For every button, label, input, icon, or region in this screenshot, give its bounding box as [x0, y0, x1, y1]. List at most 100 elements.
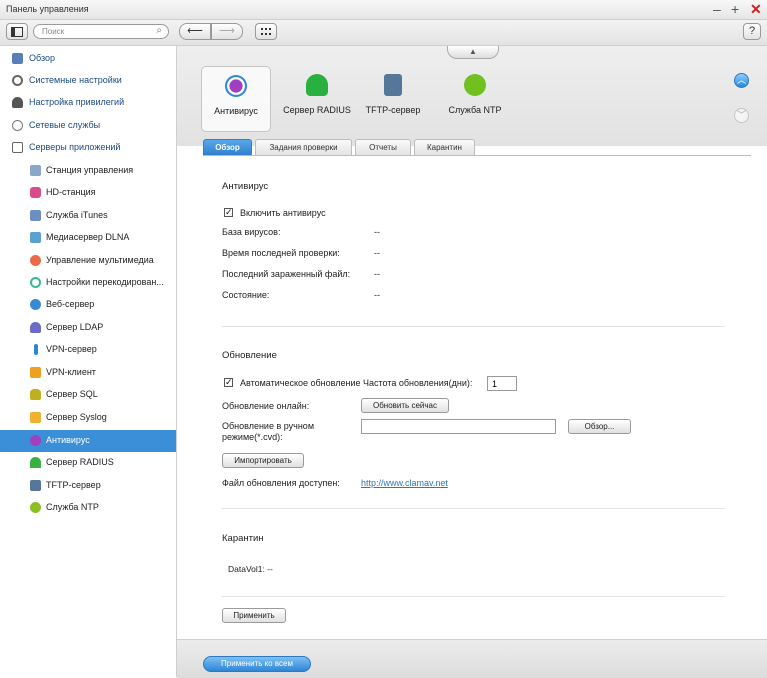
- toolbar: ⌕ ⟵ ⟶ ?: [0, 20, 767, 46]
- sidebar-item-label: Служба iTunes: [46, 210, 108, 220]
- sidebar-item-vpn-server[interactable]: VPN-сервер: [0, 339, 176, 361]
- sidebar-item-label: VPN-клиент: [46, 367, 96, 377]
- syslog-icon: [30, 412, 41, 423]
- vpn-client-icon: [30, 367, 41, 378]
- itunes-icon: [30, 210, 41, 221]
- app-label: Антивирус: [214, 106, 258, 116]
- network-icon: [12, 120, 23, 131]
- enable-antivirus-label: Включить антивирус: [240, 208, 326, 218]
- sql-icon: [30, 389, 41, 400]
- apply-button[interactable]: Применить: [222, 608, 286, 623]
- search-box[interactable]: ⌕: [33, 24, 169, 39]
- clamav-link[interactable]: http://www.clamav.net: [361, 478, 448, 488]
- sidebar-item-privileges[interactable]: Настройка привилегий: [0, 92, 176, 114]
- auto-update-checkbox[interactable]: ✓: [224, 378, 233, 387]
- transcode-icon: [30, 277, 41, 288]
- import-button[interactable]: Импортировать: [222, 453, 304, 468]
- sidebar-item-label: TFTP-сервер: [46, 480, 101, 490]
- sidebar-item-label: Служба NTP: [46, 502, 99, 512]
- app-radius[interactable]: Сервер RADIUS: [280, 66, 354, 132]
- sidebar-item-transcoding[interactable]: Настройки перекодирован...: [0, 272, 176, 294]
- sidebar-item-label: HD-станция: [46, 187, 96, 197]
- sidebar-item-label: Станция управления: [46, 165, 134, 175]
- manual-update-file-input[interactable]: [361, 419, 556, 434]
- auto-update-label: Автоматическое обновление Частота обновл…: [240, 378, 473, 388]
- sidebar-item-label: Антивирус: [46, 435, 90, 445]
- tftp-icon: [30, 480, 41, 491]
- sidebar-item-label: Медиасервер DLNA: [46, 232, 130, 242]
- sidebar-item-label: Сервер SQL: [46, 389, 98, 399]
- radius-icon: [306, 74, 328, 96]
- dlna-icon: [30, 232, 41, 243]
- window-titlebar: Панель управления – + ✕: [0, 0, 767, 20]
- sidebar-item-ntp[interactable]: Служба NTP: [0, 497, 176, 519]
- tab-overview[interactable]: Обзор: [203, 139, 252, 155]
- back-button[interactable]: ⟵: [179, 23, 211, 40]
- update-now-button[interactable]: Обновить сейчас: [361, 398, 449, 413]
- collapse-button[interactable]: ▲: [447, 46, 499, 59]
- minimize-icon[interactable]: –: [713, 1, 721, 17]
- hd-station-icon: [30, 187, 41, 198]
- scroll-down-button[interactable]: ﹀: [734, 108, 749, 123]
- app-label: Служба NTP: [448, 105, 502, 115]
- online-update-label: Обновление онлайн:: [222, 401, 310, 411]
- sidebar-item-radius[interactable]: Сервер RADIUS: [0, 452, 176, 474]
- sidebar-item-app-servers[interactable]: Серверы приложений: [0, 137, 176, 159]
- sidebar-item-web-server[interactable]: Веб-сервер: [0, 294, 176, 316]
- sidebar-item-label: Настройки перекодирован...: [46, 277, 164, 287]
- sidebar-item-system-settings[interactable]: Системные настройки: [0, 70, 176, 92]
- app-antivirus[interactable]: Антивирус: [201, 66, 271, 132]
- sidebar-item-multimedia[interactable]: Управление мультимедиа: [0, 250, 176, 272]
- close-icon[interactable]: ✕: [750, 1, 762, 17]
- sidebar-item-label: Системные настройки: [29, 75, 122, 85]
- update-frequency-input[interactable]: [487, 376, 517, 391]
- sidebar-toggle-button[interactable]: [6, 23, 28, 40]
- tab-quarantine[interactable]: Карантин: [414, 139, 475, 155]
- status-label: Состояние:: [222, 290, 270, 300]
- manual-update-label: Обновление в ручном режиме(*.cvd):: [222, 421, 315, 442]
- sidebar-item-hd-station[interactable]: HD-станция: [0, 182, 176, 204]
- sidebar-item-dlna[interactable]: Медиасервер DLNA: [0, 227, 176, 249]
- last-scan-value: --: [374, 248, 380, 258]
- footer-bar: Применить ко всем: [177, 639, 767, 678]
- sidebar: Обзор Системные настройки Настройка прив…: [0, 46, 177, 677]
- sidebar-item-label: Сервер LDAP: [46, 322, 104, 332]
- sidebar-item-ldap[interactable]: Сервер LDAP: [0, 317, 176, 339]
- browse-button[interactable]: Обзор...: [568, 419, 631, 434]
- apply-all-button[interactable]: Применить ко всем: [203, 656, 311, 672]
- sidebar-item-vpn-client[interactable]: VPN-клиент: [0, 362, 176, 384]
- sidebar-item-overview[interactable]: Обзор: [0, 48, 176, 70]
- app-ntp[interactable]: Служба NTP: [443, 66, 507, 132]
- scroll-up-button[interactable]: ︿: [734, 73, 749, 88]
- sidebar-item-network-services[interactable]: Сетевые службы: [0, 115, 176, 137]
- sidebar-item-tftp[interactable]: TFTP-сервер: [0, 475, 176, 497]
- search-icon[interactable]: ⌕: [156, 25, 162, 36]
- divider: [222, 326, 725, 327]
- maximize-icon[interactable]: +: [731, 1, 739, 17]
- web-icon: [30, 299, 41, 310]
- sidebar-item-label: Серверы приложений: [29, 142, 121, 152]
- sidebar-item-syslog[interactable]: Сервер Syslog: [0, 407, 176, 429]
- sidebar-item-label: VPN-сервер: [46, 344, 97, 354]
- ntp-icon: [30, 502, 41, 513]
- app-tftp[interactable]: TFTP-сервер: [363, 66, 423, 132]
- vpn-server-icon: [34, 344, 38, 355]
- help-button[interactable]: ?: [743, 23, 761, 40]
- sidebar-item-label: Сервер Syslog: [46, 412, 107, 422]
- user-icon: [12, 97, 23, 108]
- sidebar-item-management-station[interactable]: Станция управления: [0, 160, 176, 182]
- radius-icon: [30, 457, 41, 468]
- sidebar-item-sql[interactable]: Сервер SQL: [0, 384, 176, 406]
- sidebar-item-antivirus[interactable]: Антивирус: [0, 430, 176, 452]
- enable-antivirus-checkbox[interactable]: ✓: [224, 208, 233, 217]
- antivirus-icon: [225, 75, 247, 97]
- sidebar-item-label: Настройка привилегий: [29, 97, 125, 107]
- sidebar-item-itunes[interactable]: Служба iTunes: [0, 205, 176, 227]
- multimedia-icon: [30, 255, 41, 266]
- apps-grid-button[interactable]: [255, 23, 277, 40]
- forward-button[interactable]: ⟶: [211, 23, 243, 40]
- tab-scan-jobs[interactable]: Задания проверки: [255, 139, 352, 155]
- tab-reports[interactable]: Отчеты: [355, 139, 411, 155]
- search-input[interactable]: [42, 26, 147, 37]
- tab-underline: [203, 155, 751, 156]
